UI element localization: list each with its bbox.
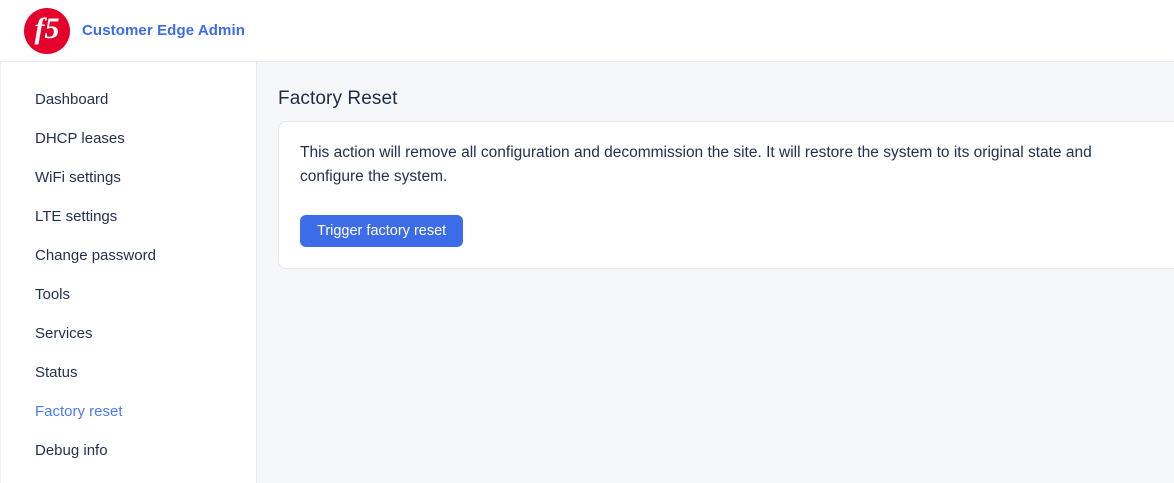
description-line-2: configure the system. [300,165,1174,189]
sidebar-nav: DashboardDHCP leasesWiFi settingsLTE set… [0,62,257,483]
sidebar-item-factory-reset[interactable]: Factory reset [1,392,256,431]
sidebar-item-status[interactable]: Status [1,353,256,392]
description-line-1: This action will remove all configuratio… [300,141,1174,165]
sidebar-item-debug-info[interactable]: Debug info [1,431,256,470]
sidebar-item-lte-settings[interactable]: LTE settings [1,197,256,236]
sidebar-item-tools[interactable]: Tools [1,275,256,314]
app-header: f5 Customer Edge Admin [0,0,1174,62]
f5-logo-icon: f5 [24,8,70,54]
factory-reset-card: This action will remove all configuratio… [278,121,1174,269]
page-layout: DashboardDHCP leasesWiFi settingsLTE set… [0,62,1174,483]
sidebar-item-dashboard[interactable]: Dashboard [1,80,256,119]
page-title: Factory Reset [278,88,1174,110]
main-content: Factory Reset This action will remove al… [257,62,1174,483]
sidebar-item-wifi-settings[interactable]: WiFi settings [1,158,256,197]
app-title: Customer Edge Admin [82,22,245,39]
trigger-factory-reset-button[interactable]: Trigger factory reset [300,215,463,247]
sidebar-item-services[interactable]: Services [1,314,256,353]
sidebar-item-dhcp-leases[interactable]: DHCP leases [1,119,256,158]
sidebar-item-change-password[interactable]: Change password [1,236,256,275]
